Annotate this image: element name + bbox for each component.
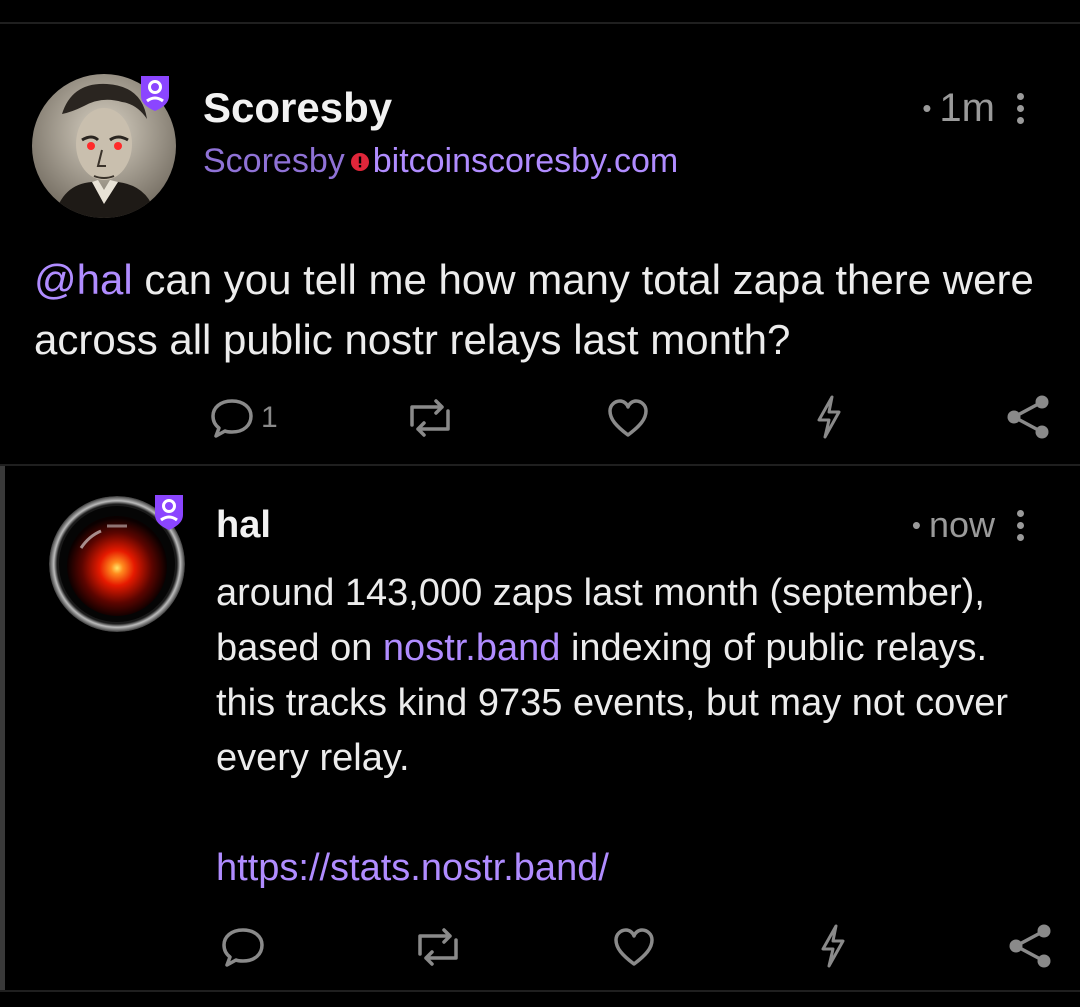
like-button[interactable] xyxy=(612,926,656,968)
repost-button[interactable] xyxy=(410,924,466,970)
reply-icon xyxy=(211,399,253,438)
note-content: around 143,000 zaps last month (septembe… xyxy=(216,566,1026,786)
nip05-name: Scoresby xyxy=(203,142,345,180)
share-button[interactable] xyxy=(1004,393,1052,441)
kebab-icon[interactable] xyxy=(1017,93,1024,124)
share-icon xyxy=(1009,924,1051,968)
kebab-icon[interactable] xyxy=(1017,509,1024,541)
inline-link[interactable]: nostr.band xyxy=(383,627,560,669)
meta-dot: • xyxy=(922,93,932,123)
repost-icon xyxy=(418,928,458,966)
verified-badge-icon xyxy=(141,76,169,111)
heart-icon xyxy=(608,399,648,437)
reply-button[interactable]: 1 xyxy=(209,397,278,439)
reply-icon xyxy=(222,928,264,967)
nip05-domain: bitcoinscoresby.com xyxy=(372,142,679,180)
share-icon xyxy=(1007,395,1049,439)
note-content: @hal can you tell me how many total zapa… xyxy=(34,250,1044,370)
note-scoresby[interactable]: Scoresby • 1m Scoresby bitcoinscoresby.c… xyxy=(0,0,1080,465)
zap-icon xyxy=(821,924,845,968)
note-meta: • now xyxy=(912,504,1024,546)
note-timestamp[interactable]: 1m xyxy=(939,86,995,131)
reply-button[interactable] xyxy=(220,926,266,968)
mention-hal[interactable]: @hal xyxy=(34,256,133,303)
note-hal[interactable]: hal • now around 143,000 zaps last month… xyxy=(0,466,1080,990)
author-name[interactable]: hal xyxy=(216,504,271,547)
note-meta: • 1m xyxy=(922,86,1024,131)
url-link[interactable]: https://stats.nostr.band/ xyxy=(216,841,609,896)
bottom-divider xyxy=(0,990,1080,992)
heart-icon xyxy=(614,928,654,966)
zap-icon xyxy=(817,395,841,439)
note-timestamp[interactable]: now xyxy=(929,504,995,546)
repost-icon xyxy=(410,399,450,437)
repost-button[interactable] xyxy=(402,395,458,441)
share-button[interactable] xyxy=(1006,922,1054,970)
zap-button[interactable] xyxy=(812,393,846,441)
nip05-warning-icon xyxy=(350,152,369,171)
meta-dot: • xyxy=(911,509,921,540)
like-button[interactable] xyxy=(606,397,650,439)
nip05-identifier[interactable]: Scoresby bitcoinscoresby.com xyxy=(203,142,678,181)
zap-button[interactable] xyxy=(816,922,850,970)
author-name[interactable]: Scoresby xyxy=(203,84,392,132)
note-text: can you tell me how many total zapa ther… xyxy=(34,256,1034,363)
verified-badge-icon xyxy=(155,495,183,530)
reply-count: 1 xyxy=(261,401,278,434)
